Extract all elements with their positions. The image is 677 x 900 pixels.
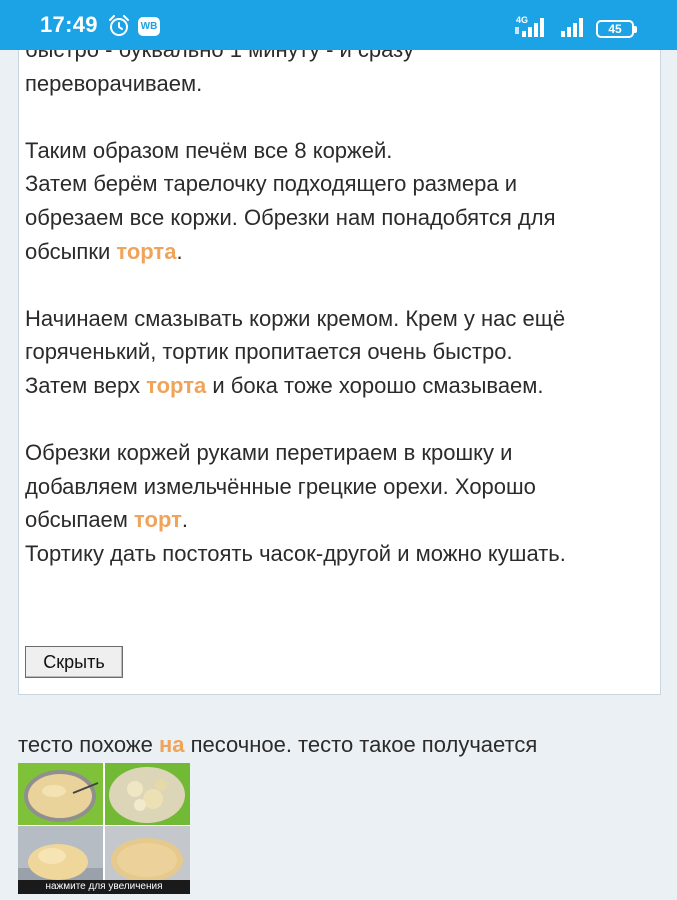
wb-app-icon: WB — [138, 17, 160, 36]
highlighted-word[interactable]: на — [159, 732, 185, 757]
article-line: обсыпаем торт. — [25, 507, 189, 533]
article-paragraph: Обрезки коржей руками перетираем в крошк… — [25, 436, 650, 570]
article-line: Затем берём тарелочку подходящего размер… — [25, 171, 518, 197]
article-line: Начинаем смазывать коржи кремом. Крем у … — [25, 305, 566, 331]
comment-text-before: тесто похоже — [18, 732, 159, 757]
article-line: горяченький, тортик пропитается очень бы… — [25, 339, 513, 365]
dough-mixing-photo — [18, 763, 103, 825]
cellular-4g-signal-icon: 4G — [515, 15, 544, 37]
article-paragraph: Таким образом печём все 8 коржей. Затем б… — [25, 134, 650, 268]
cellular-signal-icon — [561, 18, 583, 37]
status-bar: 17:49 WB 4G 45 — [0, 0, 677, 50]
article-line: переворачиваем. — [25, 70, 203, 96]
article-line: обсыпки торта. — [25, 238, 183, 264]
hide-button[interactable]: Скрыть — [25, 646, 123, 678]
article-line: Таким образом печём все 8 коржей. — [25, 137, 393, 163]
dough-crumbs-photo — [105, 763, 190, 825]
status-time: 17:49 — [40, 12, 98, 37]
svg-text:4G: 4G — [516, 15, 528, 25]
thumbnail-caption: нажмите для увеличения — [18, 880, 190, 894]
dough-ball-photo — [18, 826, 103, 888]
dough-photo-thumbnail[interactable]: нажмите для увеличения — [18, 763, 190, 894]
keyword-link[interactable]: торт — [134, 507, 182, 532]
keyword-link[interactable]: торта — [146, 373, 206, 398]
spoiler-content: быстро - буквально 1 минуту - и сразупер… — [18, 20, 661, 695]
article-line: обрезаем все коржи. Обрезки нам понадобя… — [25, 204, 556, 230]
article-paragraph: Начинаем смазывать коржи кремом. Крем у … — [25, 302, 650, 403]
article-line: Затем верх торта и бока тоже хорошо смаз… — [25, 372, 544, 398]
article-line: добавляем измельчённые грецкие орехи. Хо… — [25, 473, 536, 499]
article-line: Тортику дать постоять часок-другой и мож… — [25, 540, 566, 566]
alarm-icon — [109, 15, 129, 36]
rolled-dough-photo — [105, 826, 190, 888]
comment-text: тесто похоже на песочное. тесто такое по… — [18, 730, 537, 760]
keyword-link[interactable]: торта — [116, 239, 176, 264]
article-line: Обрезки коржей руками перетираем в крошк… — [25, 440, 513, 466]
battery-icon: 45 — [596, 20, 637, 38]
article-text: быстро - буквально 1 минуту - и сразупер… — [25, 33, 650, 604]
comment-text-after: песочное. тесто такое получается — [184, 732, 538, 757]
